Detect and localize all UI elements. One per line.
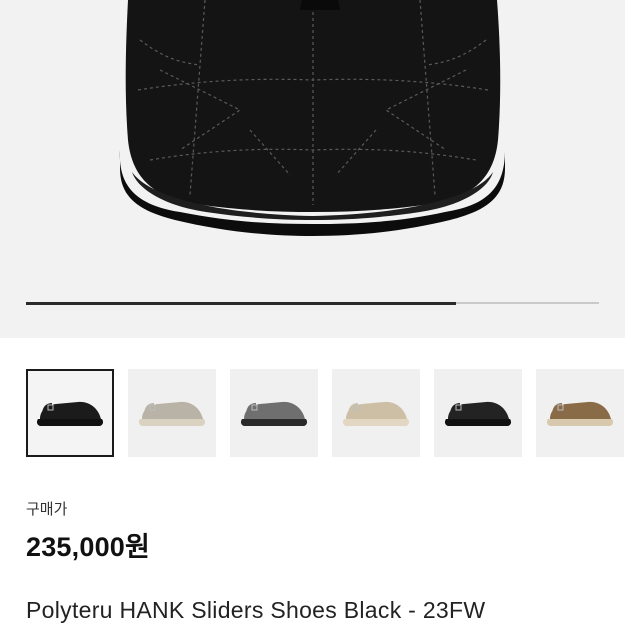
- gallery-progress-track[interactable]: [26, 301, 599, 305]
- grey-beige-clog-thumbnail-icon: [138, 401, 206, 426]
- brown-clog-thumbnail-icon: [546, 401, 614, 426]
- grey-clog-thumbnail-icon: [240, 401, 308, 426]
- thumbnail-6[interactable]: [536, 369, 624, 457]
- price: 235,000원: [26, 532, 151, 562]
- sand-clog-thumbnail-icon: [342, 401, 410, 426]
- thumbnail-3[interactable]: [230, 369, 318, 457]
- thumbnail-1[interactable]: [26, 369, 114, 457]
- price-label: 구매가: [26, 501, 68, 518]
- thumbnail-5[interactable]: [434, 369, 522, 457]
- thumbnail-2[interactable]: [128, 369, 216, 457]
- product-image-gallery[interactable]: [0, 0, 625, 338]
- gallery-progress-fill: [26, 301, 456, 305]
- black-suede-clog-shoe-icon: [119, 0, 506, 236]
- black-clog-thumbnail-icon: [36, 401, 104, 426]
- product-title: Polyteru HANK Sliders Shoes Black - 23FW: [26, 597, 486, 623]
- black-clog-thumbnail-2-icon: [444, 401, 512, 426]
- thumbnail-4[interactable]: [332, 369, 420, 457]
- thumbnail-strip[interactable]: [26, 369, 625, 459]
